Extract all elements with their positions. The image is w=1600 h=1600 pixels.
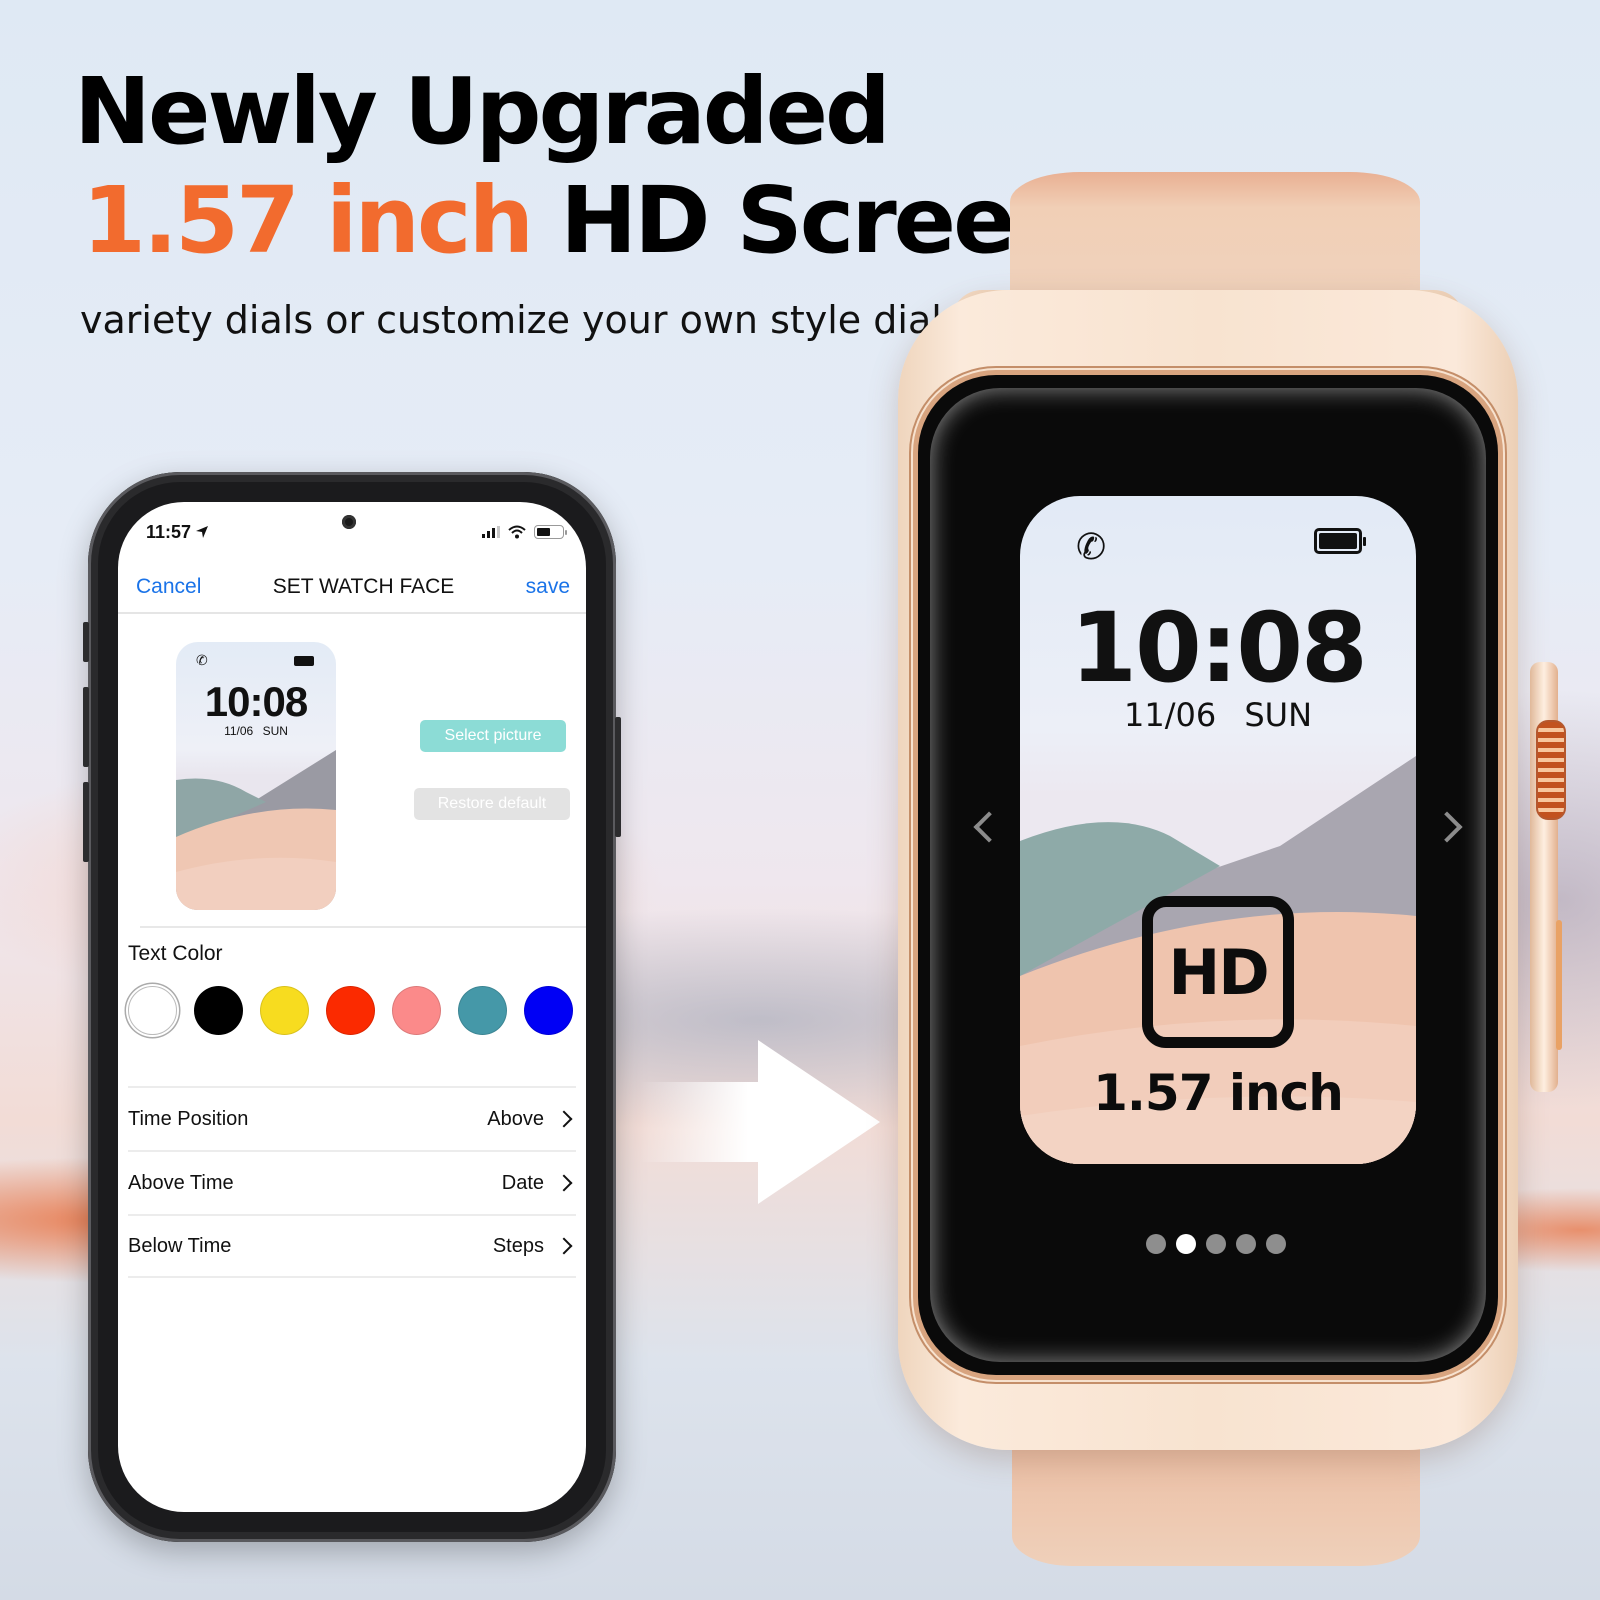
chevron-right-icon	[555, 1110, 573, 1128]
wifi-icon	[508, 525, 526, 539]
battery-icon	[294, 656, 314, 666]
headline-rest: HD Screen	[560, 167, 1078, 274]
phone-volume-up-button	[83, 687, 89, 767]
headline-line-2: 1.57 inch HD Screen	[74, 166, 1078, 276]
setting-time-position[interactable]: Time Position Above	[128, 1086, 576, 1150]
chevron-right-icon	[555, 1237, 573, 1255]
cancel-button[interactable]: Cancel	[136, 575, 201, 599]
landscape-background	[176, 750, 336, 910]
phone-device: 11:57 Cancel SET WATCH FACE save ✆ 10:08…	[83, 472, 621, 1542]
pager-dot[interactable]	[1176, 1234, 1196, 1254]
section-divider	[140, 926, 586, 928]
setting-label: Above Time	[128, 1171, 234, 1194]
status-time-text: 11:57	[146, 521, 192, 542]
color-swatch-red[interactable]	[326, 986, 375, 1035]
location-arrow-icon	[196, 526, 209, 538]
restore-default-button[interactable]: Restore default	[414, 788, 570, 820]
chevron-right-icon	[555, 1174, 573, 1192]
text-color-swatches	[128, 986, 573, 1035]
color-swatch-black[interactable]	[194, 986, 243, 1035]
headline-line-1: Newly Upgraded	[74, 58, 891, 165]
watch-side-button[interactable]	[1556, 920, 1562, 1050]
setting-value: Steps	[492, 1234, 544, 1257]
pager-dot[interactable]	[1236, 1234, 1256, 1254]
pager-dot[interactable]	[1146, 1234, 1166, 1254]
watch-crown[interactable]	[1536, 720, 1566, 820]
preview-date: 11/06 SUN	[176, 724, 336, 738]
phone-mute-switch	[83, 622, 89, 662]
headline: Newly Upgraded 1.57 inch HD Screen	[74, 58, 1078, 276]
watch-face-screen: ✆ 10:08 11/06 SUN HD 1.57 inch	[1020, 496, 1416, 1164]
phone-volume-down-button	[83, 782, 89, 862]
select-picture-button[interactable]: Select picture	[420, 720, 566, 752]
headline-highlight: 1.57 inch	[82, 167, 534, 274]
watch-face-preview[interactable]: ✆ 10:08 11/06 SUN	[176, 642, 336, 910]
phone-icon: ✆	[196, 652, 208, 668]
screen-size-label: 1.57 inch	[1093, 1064, 1344, 1122]
color-swatch-teal[interactable]	[458, 986, 507, 1035]
status-bar: 11:57	[146, 520, 567, 544]
cellular-signal-icon	[482, 526, 500, 538]
text-color-label: Text Color	[128, 942, 223, 965]
watch-time: 10:08	[1070, 592, 1368, 704]
color-swatch-white[interactable]	[128, 986, 177, 1035]
phone-icon: ✆	[1076, 526, 1107, 567]
pager-dot[interactable]	[1206, 1234, 1226, 1254]
status-icons	[482, 525, 567, 539]
setting-label: Time Position	[128, 1107, 249, 1130]
right-arrow-icon	[640, 1040, 880, 1204]
battery-icon	[534, 525, 567, 539]
hd-badge-icon: HD	[1142, 896, 1294, 1048]
battery-icon	[1314, 528, 1366, 554]
color-swatch-yellow[interactable]	[260, 986, 309, 1035]
setting-value: Above	[487, 1107, 544, 1130]
page-title: SET WATCH FACE	[272, 575, 455, 598]
watch-date-text: 11/06	[1123, 696, 1217, 734]
setting-above-time[interactable]: Above Time Date	[128, 1150, 576, 1214]
preview-date-text: 11/06	[224, 724, 254, 738]
save-button[interactable]: save	[526, 575, 570, 599]
watch-date: 11/06 SUN	[1020, 696, 1416, 734]
watch-weekday: SUN	[1244, 696, 1313, 734]
status-time: 11:57	[146, 522, 209, 543]
preview-time: 10:08	[204, 678, 308, 725]
subheadline: variety dials or customize your own styl…	[80, 298, 954, 342]
setting-below-time[interactable]: Below Time Steps	[128, 1214, 576, 1278]
phone-power-button	[615, 717, 621, 837]
hd-badge-text: HD	[1168, 935, 1269, 1009]
nav-bar: Cancel SET WATCH FACE save	[118, 562, 586, 614]
preview-weekday: SUN	[262, 724, 288, 738]
face-pager	[1146, 1234, 1286, 1254]
phone-screen: 11:57 Cancel SET WATCH FACE save ✆ 10:08…	[118, 502, 586, 1512]
setting-value: Date	[501, 1171, 544, 1194]
settings-list: Time Position Above Above Time Date Belo…	[128, 1086, 576, 1278]
color-swatch-pink[interactable]	[392, 986, 441, 1035]
color-swatch-blue[interactable]	[524, 986, 573, 1035]
pager-dot[interactable]	[1266, 1234, 1286, 1254]
setting-label: Below Time	[128, 1234, 232, 1257]
